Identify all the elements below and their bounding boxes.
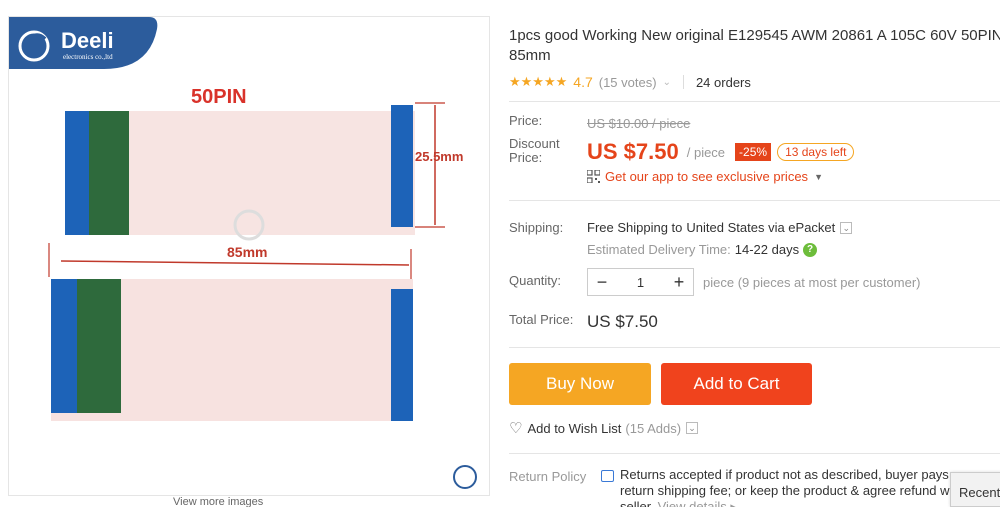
divider	[682, 75, 684, 89]
app-prices-link[interactable]: Get our app to see exclusive prices ▼	[587, 169, 823, 184]
divider	[509, 101, 1000, 102]
return-policy-label: Return Policy	[509, 469, 587, 484]
product-image[interactable]: Deeli electronics co.,ltd 50PIN 25.5mm 8…	[8, 16, 490, 496]
chevron-down-icon[interactable]: ⌄	[686, 422, 699, 434]
shipping-destination: United States via ePacket	[686, 220, 836, 235]
quantity-label: Quantity:	[509, 273, 562, 288]
shipping-label: Shipping:	[509, 220, 564, 235]
return-policy-text: Returns accepted if product not as descr…	[620, 467, 980, 507]
caret-down-icon: ▼	[814, 171, 823, 182]
days-left-badge: 13 days left	[777, 143, 855, 161]
add-to-cart-button[interactable]: Add to Cart	[661, 363, 812, 405]
discount-price-label: Discount Price:	[509, 136, 560, 165]
brand-name: Deeli	[61, 28, 114, 53]
original-price: US $10.00 / piece	[587, 116, 691, 131]
price-unit: / piece	[686, 144, 726, 160]
divider	[509, 453, 1000, 454]
wishlist-label: Add to Wish List	[527, 420, 622, 436]
eta-days: 14-22 days	[734, 242, 800, 257]
divider	[509, 200, 1000, 201]
rating-row: ★★★★★ 4.7 (15 votes) ⌄ 24 orders	[509, 73, 751, 91]
total-price: US $7.50	[587, 312, 658, 331]
divider	[509, 347, 1000, 348]
votes-count[interactable]: (15 votes)	[599, 75, 657, 90]
total-price-label: Total Price:	[509, 312, 574, 327]
quantity-note: piece (9 pieces at most per customer)	[703, 275, 921, 290]
quantity-input[interactable]	[616, 269, 665, 295]
increase-quantity-button[interactable]: +	[665, 269, 693, 295]
rating-stars-icon: ★★★★★	[509, 74, 568, 89]
view-details-link[interactable]: View details ▸	[658, 499, 737, 507]
eta-label: Estimated Delivery Time:	[587, 242, 731, 257]
orders-count: 24 orders	[695, 74, 751, 90]
pin-label: 50PIN	[191, 86, 247, 108]
product-info: 1pcs good Working New original E129545 A…	[509, 0, 1000, 507]
width-label: 85mm	[227, 244, 267, 260]
help-icon[interactable]: ?	[803, 242, 818, 257]
shipping-method: Free Shipping to	[587, 220, 683, 235]
decrease-quantity-button[interactable]: −	[588, 269, 616, 295]
view-more-images[interactable]: View more images	[8, 496, 490, 507]
brand-sub: electronics co.,ltd	[63, 53, 113, 61]
add-to-wishlist[interactable]: ♡ Add to Wish List (15 Adds) ⌄	[509, 419, 699, 437]
product-title: 1pcs good Working New original E129545 A…	[509, 27, 1000, 64]
delivery-estimate: Estimated Delivery Time: 14-22 days ?	[587, 242, 818, 257]
product-photo: Deeli electronics co.,ltd 50PIN 25.5mm 8…	[9, 17, 489, 495]
discount-price-row: US $7.50 / piece -25% 13 days left	[587, 139, 855, 165]
chevron-down-icon[interactable]: ⌄	[840, 221, 853, 234]
chevron-down-icon[interactable]: ⌄	[663, 77, 671, 88]
rating-score: 4.7	[573, 74, 593, 90]
ribbon-cable-bottom	[51, 279, 413, 421]
app-prices-text: Get our app to see exclusive prices	[605, 169, 809, 184]
height-label: 25.5mm	[415, 149, 463, 164]
recently-viewed-tab[interactable]: Recently Viewed	[950, 472, 1000, 507]
shipping-option[interactable]: Free Shipping to United States via ePack…	[587, 220, 853, 235]
heart-icon: ♡	[509, 420, 523, 437]
wishlist-count: (15 Adds)	[625, 420, 682, 436]
discount-badge: -25%	[735, 143, 772, 161]
buy-now-button[interactable]: Buy Now	[509, 363, 651, 405]
current-price: US $7.50	[587, 139, 679, 164]
price-label: Price:	[509, 113, 543, 128]
quantity-stepper: − +	[587, 268, 694, 296]
return-policy-icon	[601, 470, 614, 482]
qr-code-icon	[587, 170, 600, 183]
